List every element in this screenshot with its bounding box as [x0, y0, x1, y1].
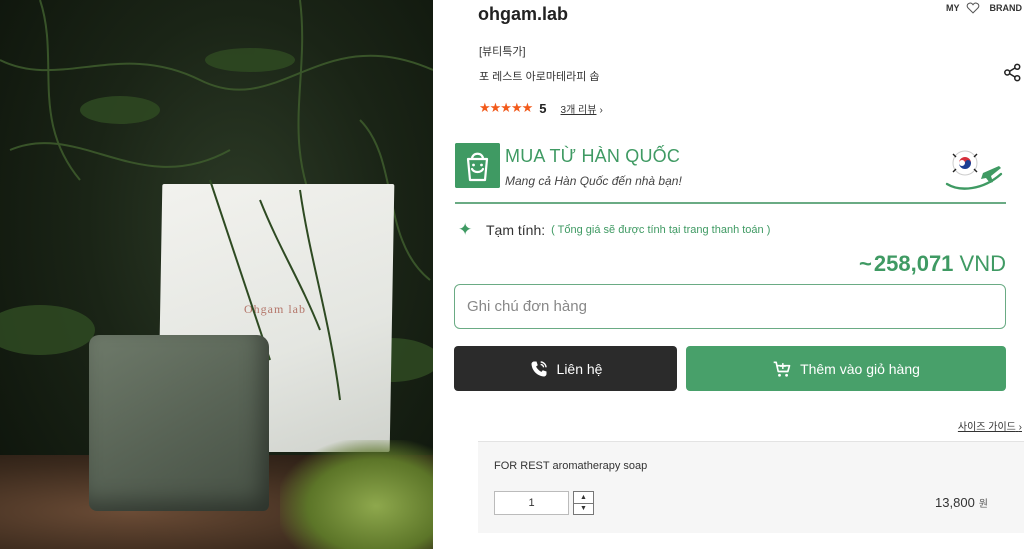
soap-bar — [89, 335, 269, 511]
subtotal-note: ( Tổng giá sẽ được tính tại trang thanh … — [551, 224, 771, 236]
quantity-stepper: ▲ ▼ — [573, 491, 594, 515]
subtotal-row: ✦ Tạm tính: ( Tổng giá sẽ được tính tại … — [458, 220, 770, 240]
korea-flag-plane-icon — [945, 150, 1003, 190]
product-title: 포 레스트 아로마테라피 솝 — [479, 71, 600, 83]
selected-option: FOR REST aromatherapy soap ▲ ▼ 13,800원 — [478, 441, 1024, 533]
subtotal-label: Tạm tính: — [486, 222, 546, 238]
quantity-decrease-button[interactable]: ▼ — [574, 502, 593, 515]
brand-link[interactable]: BRAND — [990, 3, 1023, 13]
add-to-cart-button[interactable]: Thêm vào giỏ hàng — [686, 346, 1006, 391]
brand-name[interactable]: ohgam.lab — [478, 4, 568, 25]
add-to-cart-label: Thêm vào giỏ hàng — [800, 360, 920, 377]
total-currency: VND — [959, 251, 1006, 276]
contact-button[interactable]: Liên hệ — [454, 346, 677, 391]
phone-icon — [531, 360, 547, 376]
my-link[interactable]: MY — [946, 3, 960, 13]
total-price: ~258,071 VND — [859, 251, 1006, 277]
contact-button-label: Liên hệ — [556, 360, 603, 377]
product-category: [뷰티특가] — [479, 46, 526, 58]
top-nav: MY BRAND — [946, 2, 1022, 14]
rating-stars: ★★★★★ — [479, 100, 533, 115]
total-prefix: ~ — [859, 251, 872, 276]
chevron-right-icon: › — [1018, 422, 1022, 433]
share-icon[interactable] — [1003, 63, 1022, 82]
option-name: FOR REST aromatherapy soap — [494, 460, 648, 472]
quantity-increase-button[interactable]: ▲ — [574, 492, 593, 503]
option-price-currency: 원 — [978, 499, 988, 510]
moss-patch — [280, 440, 433, 549]
buy-from-korea-banner: MUA TỪ HÀN QUỐC Mang cả Hàn Quốc đến nhà… — [455, 143, 1006, 204]
buy-banner-title: MUA TỪ HÀN QUỐC — [505, 146, 681, 166]
option-price-amount: 13,800 — [935, 495, 975, 510]
shopping-bag-icon — [455, 143, 500, 188]
total-amount: 258,071 — [873, 251, 954, 276]
cart-icon — [773, 361, 791, 377]
order-note-input[interactable] — [454, 284, 1006, 329]
size-guide-label: 사이즈 가이드 — [957, 422, 1016, 433]
reviews-label: 3개 리뷰 — [560, 104, 597, 116]
sparkle-icon: ✦ — [458, 220, 473, 239]
heart-icon[interactable] — [966, 2, 980, 14]
quantity-input[interactable] — [494, 491, 569, 515]
buy-banner-subtitle: Mang cả Hàn Quốc đến nhà bạn! — [505, 174, 682, 188]
rating-score: 5 — [539, 100, 547, 116]
size-guide-link[interactable]: 사이즈 가이드 › — [958, 418, 1022, 433]
reviews-link[interactable]: 3개 리뷰 › — [561, 101, 603, 116]
product-image[interactable]: Ohgam lab — [0, 0, 433, 549]
product-rating: ★★★★★ 5 3개 리뷰 › — [479, 100, 603, 116]
chevron-right-icon: › — [599, 104, 603, 116]
option-price: 13,800 원 — [935, 495, 988, 510]
